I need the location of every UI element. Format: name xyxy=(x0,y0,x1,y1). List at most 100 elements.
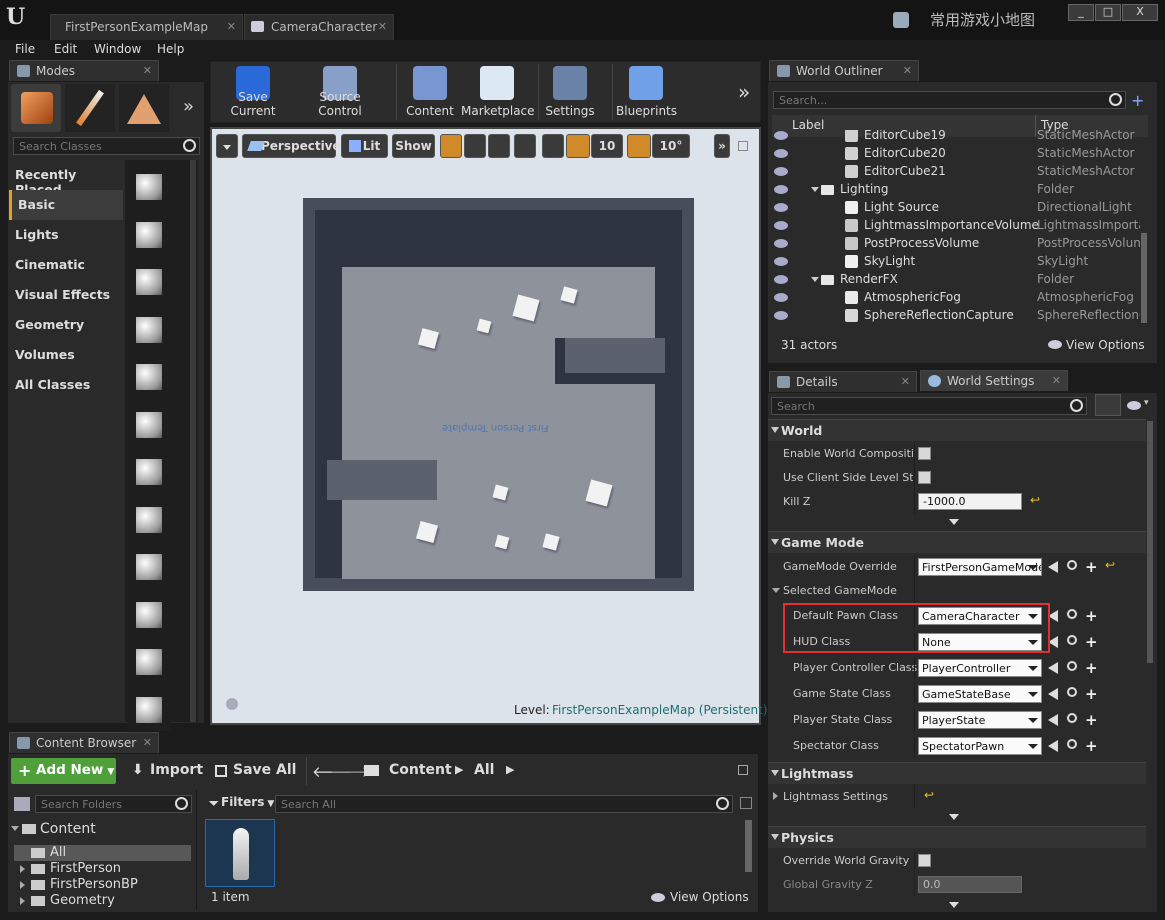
visibility-eye-icon[interactable] xyxy=(774,131,788,140)
asset-scrollbar[interactable] xyxy=(745,820,752,872)
close-icon[interactable]: ✕ xyxy=(227,20,236,33)
reset-to-default-icon[interactable]: ↩ xyxy=(1030,493,1040,507)
gamemode-override-combo[interactable]: FirstPersonGameMode xyxy=(918,558,1042,576)
more-toolbar-icon[interactable]: » xyxy=(738,80,750,104)
details-search-input[interactable]: Search xyxy=(771,397,1087,415)
content-view-options[interactable]: View Options xyxy=(670,890,749,904)
visibility-eye-icon[interactable] xyxy=(774,167,788,176)
collapse-icon[interactable] xyxy=(811,277,819,282)
landscape-mode-button[interactable] xyxy=(119,84,169,132)
selected-gamemode-row[interactable]: Selected GameMode xyxy=(768,579,1146,603)
import-button[interactable]: ⬇ Import xyxy=(132,762,203,778)
visibility-eye-icon[interactable] xyxy=(774,275,788,284)
use-selected-icon[interactable] xyxy=(1048,662,1058,674)
save-search-icon[interactable] xyxy=(740,797,752,809)
game-state-class-combo[interactable]: GameStateBase xyxy=(918,685,1042,703)
class-thumbnail[interactable] xyxy=(128,451,170,493)
add-new-button[interactable]: + Add New ▼ xyxy=(11,758,116,784)
tree-folder-firstperson[interactable]: FirstPerson xyxy=(14,861,191,877)
add-icon[interactable]: + xyxy=(1085,659,1098,677)
browse-icon[interactable] xyxy=(1067,609,1077,619)
visibility-eye-icon[interactable] xyxy=(774,311,788,320)
menu-window[interactable]: Window xyxy=(94,42,141,56)
class-thumbnail[interactable] xyxy=(128,688,170,731)
expand-icon[interactable] xyxy=(20,897,25,905)
class-thumbnail[interactable] xyxy=(128,403,170,446)
collapse-icon[interactable] xyxy=(811,187,819,192)
outliner-row[interactable]: EditorCube20 StaticMeshActor xyxy=(772,145,1140,163)
close-icon[interactable]: ✕ xyxy=(378,20,387,33)
maximize-button[interactable]: □ xyxy=(1095,4,1121,21)
toolbar-blueprints-button[interactable]: Blueprints xyxy=(616,62,677,122)
physics-advanced-expander[interactable] xyxy=(768,898,1146,912)
outliner-view-options[interactable]: View Options xyxy=(1066,338,1145,352)
close-icon[interactable]: ✕ xyxy=(903,64,912,77)
search-folders-input[interactable]: Search Folders xyxy=(35,795,192,813)
use-selected-icon[interactable] xyxy=(1048,561,1058,573)
add-icon[interactable]: + xyxy=(1085,685,1098,703)
path-separator-icon[interactable]: ▶ xyxy=(506,763,514,776)
paint-mode-button[interactable] xyxy=(65,84,115,132)
menu-help[interactable]: Help xyxy=(157,42,184,56)
class-thumbnail[interactable] xyxy=(128,356,170,398)
outliner-row[interactable]: LightmassImportanceVolume LightmassImport… xyxy=(772,217,1140,235)
menu-file[interactable]: File xyxy=(15,42,35,56)
toolbar-source-control-button[interactable]: Source Control xyxy=(298,62,382,122)
details-tab[interactable]: Details ✕ xyxy=(769,371,917,392)
more-modes-icon[interactable]: » xyxy=(183,96,194,117)
class-thumbnail[interactable] xyxy=(128,641,170,683)
outliner-search-input[interactable]: Search... xyxy=(773,91,1126,109)
tree-folder-all[interactable]: All xyxy=(14,845,191,861)
outliner-label-column[interactable]: Label xyxy=(792,118,824,132)
chevron-down-icon[interactable]: ▾ xyxy=(1144,398,1149,408)
search-all-input[interactable]: Search All xyxy=(275,795,733,813)
close-icon[interactable]: ✕ xyxy=(901,375,910,388)
visibility-eye-icon[interactable] xyxy=(774,293,788,302)
add-folder-icon[interactable]: + xyxy=(1131,91,1144,110)
kill-z-input[interactable]: -1000.0 xyxy=(918,493,1022,510)
toolbar-content-button[interactable]: Content xyxy=(405,62,455,122)
tree-folder-geometry[interactable]: Geometry xyxy=(14,893,191,909)
toolbar-marketplace-button[interactable]: Marketplace xyxy=(461,62,535,122)
browse-icon[interactable] xyxy=(1067,560,1077,570)
visibility-eye-icon[interactable] xyxy=(774,149,788,158)
place-mode-button[interactable] xyxy=(11,84,61,132)
add-icon[interactable]: + xyxy=(1085,737,1098,755)
world-section-header[interactable]: World xyxy=(768,419,1146,441)
add-icon[interactable]: + xyxy=(1085,558,1098,576)
expand-icon[interactable] xyxy=(773,792,778,800)
details-scrollbar[interactable] xyxy=(1147,421,1153,663)
tree-folder-firstpersonbp[interactable]: FirstPersonBP xyxy=(14,877,191,893)
physics-section-header[interactable]: Physics xyxy=(768,826,1146,848)
outliner-row[interactable]: SphereReflectionCapture SphereReflectionC xyxy=(772,307,1140,325)
world-outliner-tab[interactable]: World Outliner ✕ xyxy=(769,60,919,81)
minimize-button[interactable]: _ xyxy=(1068,4,1094,21)
world-settings-tab[interactable]: World Settings ✕ xyxy=(920,370,1068,391)
browse-icon[interactable] xyxy=(1067,687,1077,697)
visibility-eye-icon[interactable] xyxy=(774,203,788,212)
tab-camera-character[interactable]: CameraCharacter ✕ xyxy=(244,14,394,40)
browse-icon[interactable] xyxy=(1067,739,1077,749)
class-thumbnail[interactable] xyxy=(128,546,170,588)
class-thumbnail[interactable] xyxy=(128,498,170,541)
outliner-row[interactable]: SkyLight SkyLight xyxy=(772,253,1140,271)
save-all-button[interactable]: Save All xyxy=(215,762,296,778)
path-all[interactable]: All xyxy=(474,762,494,778)
path-separator-icon[interactable]: ▶ xyxy=(455,763,463,776)
world-advanced-expander[interactable] xyxy=(768,515,1146,529)
reset-to-default-icon[interactable]: ↩ xyxy=(924,788,934,802)
visibility-eye-icon[interactable] xyxy=(774,185,788,194)
modes-tab[interactable]: Modes ✕ xyxy=(9,60,159,81)
game-mode-section-header[interactable]: Game Mode xyxy=(768,531,1146,553)
outliner-row[interactable]: PostProcessVolume PostProcessVolun xyxy=(772,235,1140,253)
lightmass-advanced-expander[interactable] xyxy=(768,810,1146,824)
property-matrix-icon[interactable] xyxy=(1095,394,1121,416)
tab-level[interactable]: FirstPersonExampleMap ✕ xyxy=(50,14,243,40)
expand-icon[interactable] xyxy=(20,881,25,889)
outliner-type-column[interactable]: Type xyxy=(1041,118,1069,132)
close-icon[interactable]: ✕ xyxy=(143,736,152,749)
expand-icon[interactable] xyxy=(20,865,25,873)
category-volumes[interactable]: Volumes xyxy=(9,340,123,370)
visibility-eye-icon[interactable] xyxy=(774,221,788,230)
outliner-row[interactable]: EditorCube21 StaticMeshActor xyxy=(772,163,1140,181)
